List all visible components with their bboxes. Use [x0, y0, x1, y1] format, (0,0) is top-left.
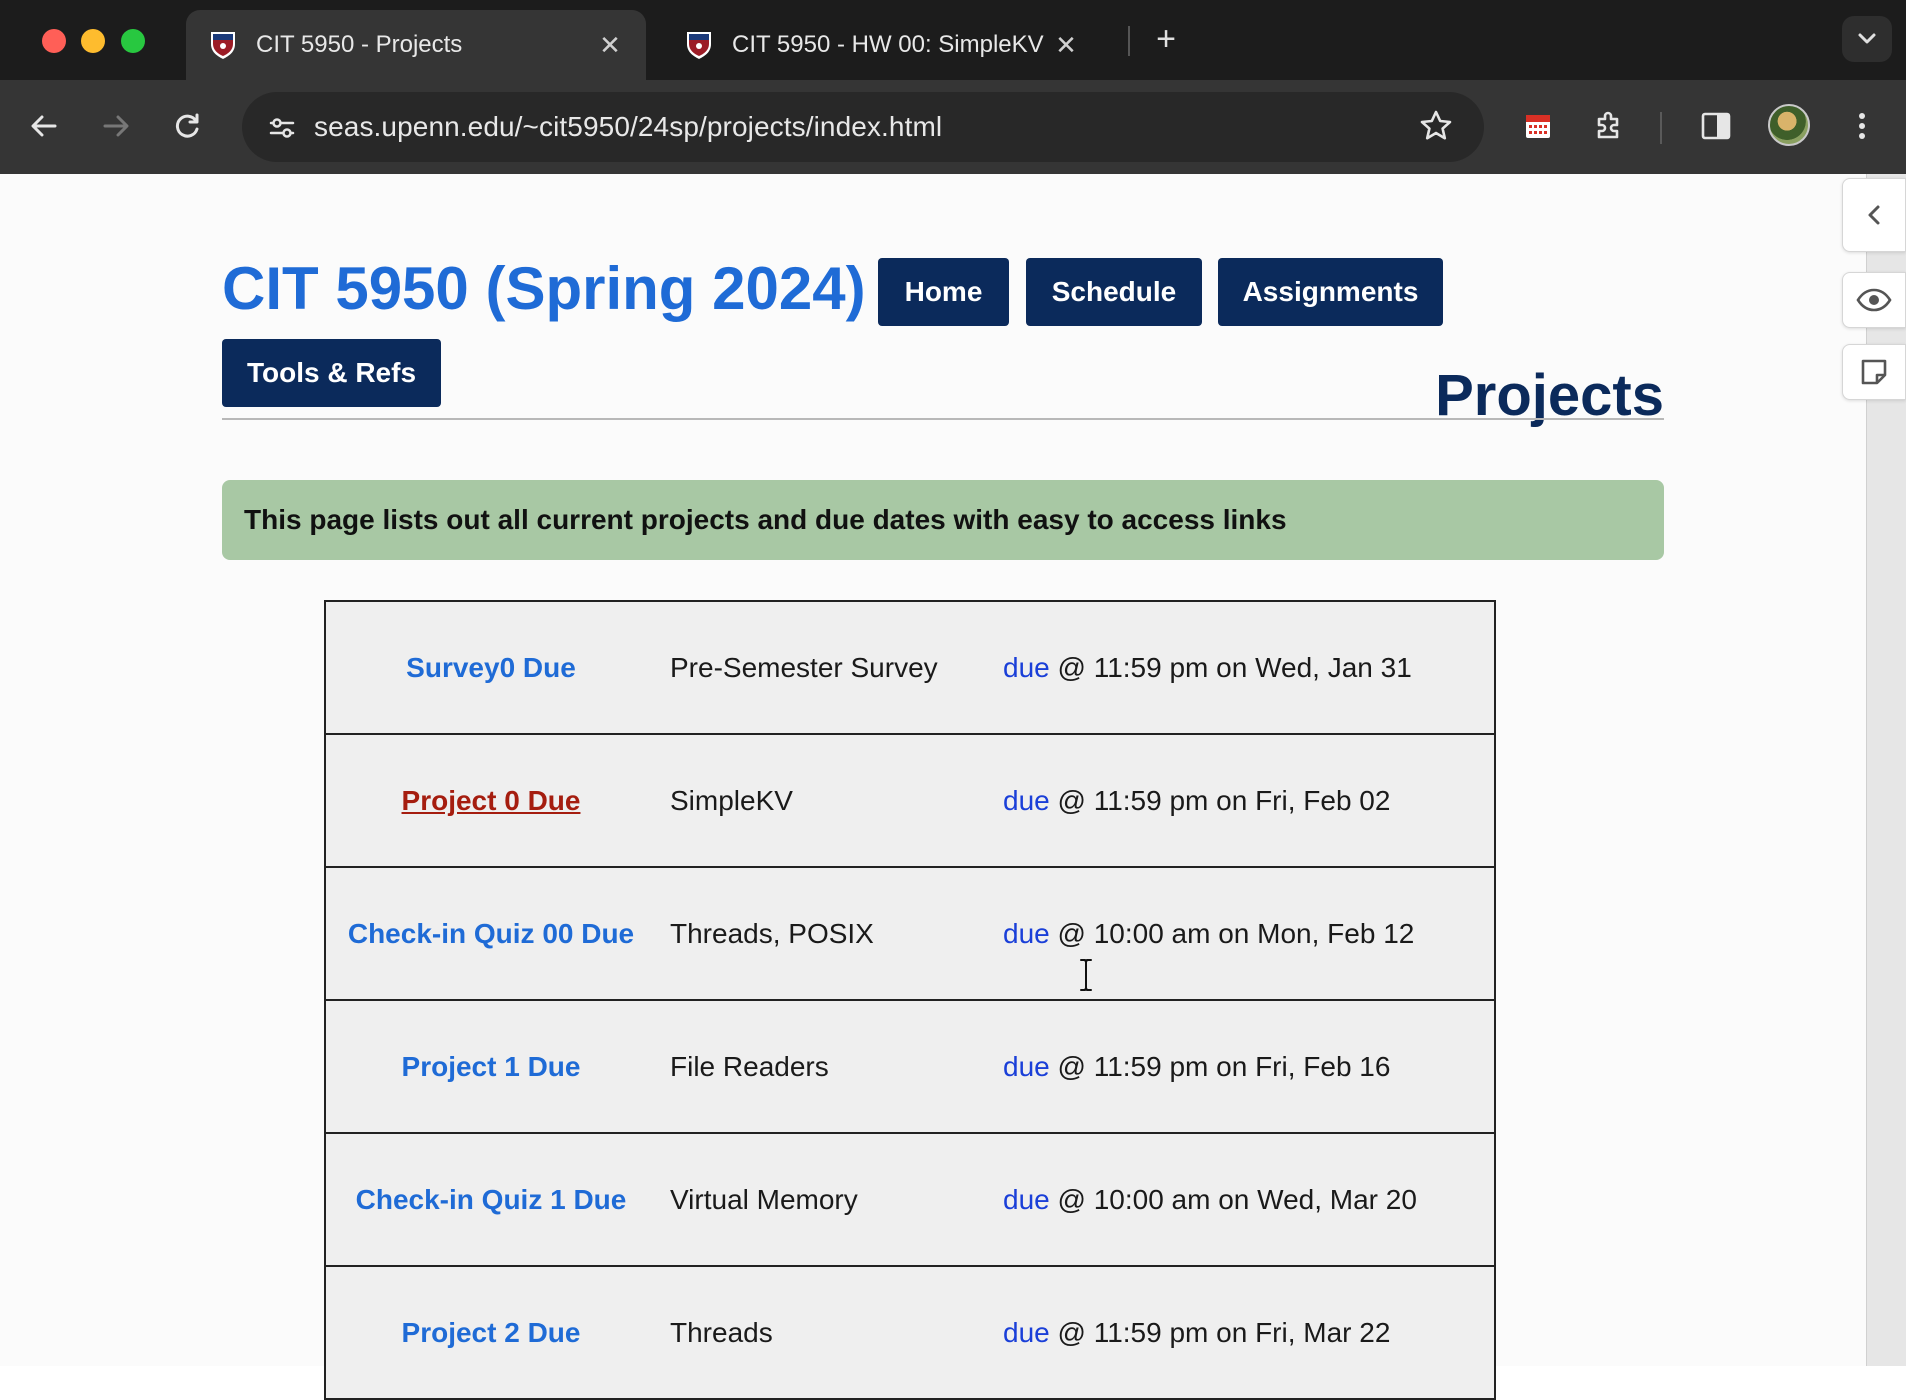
text-cursor-icon [1080, 959, 1092, 991]
collapse-panel-icon[interactable] [1842, 178, 1906, 252]
due-cell: due @ 11:59 pm on Fri, Feb 16 [989, 1051, 1494, 1083]
tab-strip: CIT 5950 - Projects ✕ CIT 5950 - HW 00: … [0, 0, 1906, 80]
back-icon[interactable] [22, 104, 66, 148]
project-topic: Threads, POSIX [670, 917, 874, 949]
browser-toolbar: seas.upenn.edu/~cit5950/24sp/projects/in… [0, 80, 1906, 174]
due-link[interactable]: due [1003, 1184, 1050, 1215]
project-topic: Virtual Memory [670, 1183, 858, 1215]
penn-shield-icon [208, 30, 238, 60]
due-time: @ 10:00 am on Wed, Mar 20 [1049, 1183, 1417, 1215]
nav-home-button[interactable]: Home [878, 258, 1009, 326]
side-panel-icon[interactable] [1692, 102, 1740, 150]
table-row: Survey0 Due Pre-Semester Survey due @ 11… [326, 602, 1494, 735]
close-tab-icon[interactable]: ✕ [1052, 30, 1080, 60]
forward-icon[interactable] [94, 104, 138, 148]
address-bar[interactable]: seas.upenn.edu/~cit5950/24sp/projects/in… [242, 92, 1484, 162]
project-link[interactable]: Project 1 Due [326, 1051, 656, 1083]
project-link[interactable]: Project 2 Due [326, 1317, 656, 1349]
due-cell: due @ 10:00 am on Mon, Feb 12 [989, 918, 1494, 950]
sticky-note-icon[interactable] [1842, 344, 1906, 400]
calendar-extension-icon[interactable] [1514, 102, 1562, 150]
table-row: Project 1 Due File Readers due @ 11:59 p… [326, 1001, 1494, 1134]
project-topic: Threads [670, 1316, 773, 1348]
project-link[interactable]: Project 0 Due [326, 785, 656, 817]
close-window-button[interactable] [42, 29, 66, 53]
site-title[interactable]: CIT 5950 (Spring 2024) [222, 254, 866, 323]
eye-icon[interactable] [1842, 272, 1906, 328]
profile-avatar[interactable] [1768, 104, 1810, 146]
header-divider [222, 418, 1664, 420]
tab-title: CIT 5950 - Projects [256, 31, 463, 58]
maximize-window-button[interactable] [121, 29, 145, 53]
table-row: Check-in Quiz 00 Due Threads, POSIX due … [326, 868, 1494, 1001]
table-row: Project 0 Due SimpleKV due @ 11:59 pm on… [326, 735, 1494, 868]
due-time: @ 11:59 pm on Fri, Feb 02 [1049, 784, 1391, 816]
due-link[interactable]: due [1003, 1317, 1050, 1348]
web-page: CIT 5950 (Spring 2024) Home Schedule Ass… [0, 174, 1866, 1400]
due-time: @ 11:59 pm on Fri, Feb 16 [1049, 1050, 1391, 1082]
project-topic: File Readers [670, 1050, 829, 1082]
tab-projects[interactable]: CIT 5950 - Projects ✕ [186, 10, 646, 80]
due-link[interactable]: due [1003, 652, 1050, 683]
nav-schedule-button[interactable]: Schedule [1026, 258, 1202, 326]
menu-icon[interactable] [1838, 102, 1886, 150]
due-cell: due @ 10:00 am on Wed, Mar 20 [989, 1184, 1494, 1216]
project-link[interactable]: Survey0 Due [326, 652, 656, 684]
due-link[interactable]: due [1003, 1051, 1050, 1082]
url-text: seas.upenn.edu/~cit5950/24sp/projects/in… [314, 111, 943, 142]
due-link[interactable]: due [1003, 785, 1050, 816]
due-time: @ 11:59 pm on Fri, Mar 22 [1049, 1316, 1391, 1348]
tab-simplekv[interactable]: CIT 5950 - HW 00: SimpleKV ✕ [662, 10, 1102, 80]
due-time: @ 10:00 am on Mon, Feb 12 [1049, 917, 1415, 949]
penn-shield-icon [684, 30, 714, 60]
tab-title: CIT 5950 - HW 00: SimpleKV [732, 31, 1044, 58]
nav-tools-refs-button[interactable]: Tools & Refs [222, 339, 441, 407]
due-time: @ 11:59 pm on Wed, Jan 31 [1049, 651, 1412, 683]
bookmark-star-icon[interactable] [1418, 108, 1456, 146]
project-topic: SimpleKV [670, 784, 793, 816]
due-cell: due @ 11:59 pm on Fri, Mar 22 [989, 1317, 1494, 1349]
due-cell: due @ 11:59 pm on Fri, Feb 02 [989, 785, 1494, 817]
nav-assignments-button[interactable]: Assignments [1218, 258, 1443, 326]
toolbar-divider [1660, 112, 1662, 144]
project-link[interactable]: Check-in Quiz 1 Due [326, 1184, 656, 1216]
due-cell: due @ 11:59 pm on Wed, Jan 31 [989, 652, 1494, 684]
reload-icon[interactable] [165, 104, 209, 148]
due-link[interactable]: due [1003, 918, 1050, 949]
extensions-icon[interactable] [1586, 102, 1634, 150]
browser-chrome: CIT 5950 - Projects ✕ CIT 5950 - HW 00: … [0, 0, 1906, 174]
close-tab-icon[interactable]: ✕ [596, 30, 624, 60]
tab-search-chevron-down-icon[interactable] [1842, 16, 1892, 62]
project-link[interactable]: Check-in Quiz 00 Due [326, 918, 656, 950]
table-row: Project 2 Due Threads due @ 11:59 pm on … [326, 1267, 1494, 1400]
minimize-window-button[interactable] [81, 29, 105, 53]
project-topic: Pre-Semester Survey [670, 651, 938, 683]
new-tab-icon[interactable]: + [1148, 22, 1184, 58]
projects-table: Survey0 Due Pre-Semester Survey due @ 11… [324, 600, 1496, 1400]
tab-separator [1128, 26, 1130, 56]
site-settings-icon[interactable] [260, 106, 304, 150]
table-row: Check-in Quiz 1 Due Virtual Memory due @… [326, 1134, 1494, 1267]
info-notice: This page lists out all current projects… [222, 480, 1664, 560]
